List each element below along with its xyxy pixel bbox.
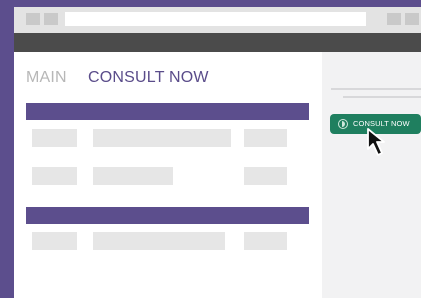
- address-bar[interactable]: [65, 12, 366, 26]
- toolbar-button[interactable]: [387, 13, 401, 25]
- app-header-bar: [14, 33, 421, 52]
- placeholder-cell: [244, 129, 287, 147]
- placeholder-cell: [93, 129, 231, 147]
- sidebar-divider: [331, 88, 421, 90]
- back-button[interactable]: [26, 13, 40, 25]
- section-header-bar: [26, 207, 309, 224]
- placeholder-cell: [93, 232, 225, 250]
- placeholder-cell: [32, 232, 77, 250]
- placeholder-cell: [93, 167, 173, 185]
- menu-button[interactable]: [405, 13, 419, 25]
- placeholder-cell: [32, 167, 77, 185]
- sidebar-divider: [343, 96, 421, 98]
- forward-button[interactable]: [44, 13, 58, 25]
- main-content: MAIN CONSULT NOW: [14, 52, 322, 298]
- section-header-bar: [26, 103, 309, 120]
- toggle-icon: [338, 119, 348, 129]
- placeholder-cell: [244, 232, 287, 250]
- browser-window: MAIN CONSULT NOW: [14, 7, 421, 298]
- sidebar-panel: [322, 52, 421, 298]
- tab-main[interactable]: MAIN: [26, 69, 67, 87]
- browser-toolbar: [14, 7, 421, 33]
- placeholder-cell: [32, 129, 77, 147]
- tab-consult-now[interactable]: CONSULT NOW: [88, 69, 209, 87]
- mouse-pointer-icon: [367, 128, 385, 156]
- placeholder-cell: [244, 167, 287, 185]
